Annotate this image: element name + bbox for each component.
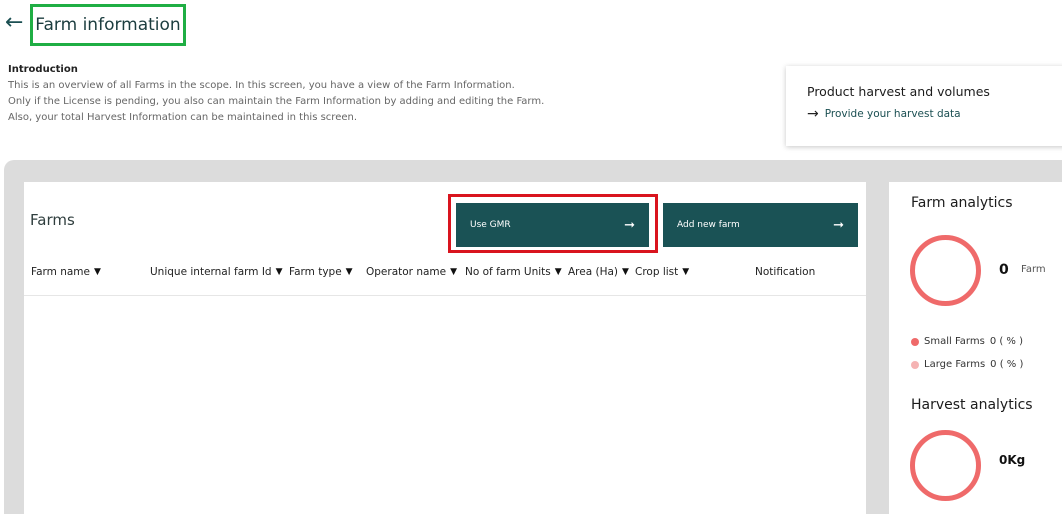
- large-farms-label: Large Farms: [924, 359, 986, 370]
- column-label: No of farm Units: [465, 266, 551, 278]
- page-title-box: Farm information: [30, 4, 186, 46]
- provide-harvest-link-label: Provide your harvest data: [824, 108, 961, 120]
- legend-small-farms: Small Farms 0 ( % ): [911, 336, 1023, 347]
- farm-count-unit: Farm: [1021, 264, 1046, 275]
- harvest-donut-chart: [910, 430, 981, 501]
- filter-icon[interactable]: ▼: [94, 267, 101, 277]
- harvest-value: 0Kg: [999, 453, 1026, 467]
- use-gmr-button[interactable]: Use GMR ➞: [456, 203, 649, 247]
- arrow-right-icon: ➞: [624, 217, 635, 233]
- intro-heading: Introduction: [8, 64, 78, 75]
- column-label: Area (Ha): [568, 266, 619, 278]
- column-operator-name[interactable]: Operator name ▼: [366, 266, 457, 278]
- column-crop-list[interactable]: Crop list ▼: [635, 266, 689, 278]
- column-farm-units[interactable]: No of farm Units ▼: [465, 266, 562, 278]
- column-farm-name[interactable]: Farm name ▼: [31, 266, 101, 278]
- back-arrow-icon[interactable]: ←: [5, 12, 23, 34]
- filter-icon[interactable]: ▼: [555, 267, 562, 277]
- harvest-card: Product harvest and volumes → Provide yo…: [786, 66, 1062, 146]
- large-farms-value: 0 ( % ): [990, 359, 1024, 370]
- column-farm-type[interactable]: Farm type ▼: [289, 266, 353, 278]
- column-label: Operator name: [366, 266, 447, 278]
- legend-large-farms: Large Farms 0 ( % ): [911, 359, 1023, 370]
- column-unique-farm-id[interactable]: Unique internal farm Id ▼: [150, 266, 283, 278]
- filter-icon[interactable]: ▼: [346, 267, 353, 277]
- column-area[interactable]: Area (Ha) ▼: [568, 266, 629, 278]
- column-label: Unique internal farm Id: [150, 266, 272, 278]
- farm-analytics-title: Farm analytics: [911, 195, 1013, 211]
- page-title: Farm information: [35, 15, 181, 35]
- column-label: Farm name: [31, 266, 90, 278]
- farm-count: 0: [999, 262, 1009, 278]
- small-farms-label: Small Farms: [924, 336, 985, 347]
- use-gmr-label: Use GMR: [470, 220, 511, 230]
- introduction-section: Introduction This is an overview of all …: [8, 64, 708, 126]
- filter-icon[interactable]: ▼: [622, 267, 629, 277]
- large-farms-dot: [911, 360, 919, 369]
- arrow-right-icon: ➞: [833, 217, 844, 233]
- column-label: Crop list: [635, 266, 679, 278]
- column-label: Farm type: [289, 266, 342, 278]
- filter-icon[interactable]: ▼: [450, 267, 457, 277]
- harvest-card-title: Product harvest and volumes: [807, 84, 990, 99]
- intro-line-2: Only if the License is pending, you also…: [8, 96, 545, 107]
- filter-icon[interactable]: ▼: [276, 267, 283, 277]
- intro-line-1: This is an overview of all Farms in the …: [8, 80, 515, 91]
- column-notification: Notification: [755, 266, 815, 278]
- small-farms-dot: [911, 337, 919, 346]
- intro-line-3: Also, your total Harvest Information can…: [8, 112, 358, 123]
- small-farms-value: 0 ( % ): [989, 336, 1024, 347]
- add-new-farm-label: Add new farm: [677, 220, 740, 230]
- farm-donut-chart: [910, 235, 981, 306]
- provide-harvest-link[interactable]: → Provide your harvest data: [807, 106, 1062, 122]
- filter-icon[interactable]: ▼: [682, 267, 689, 277]
- farms-title: Farms: [30, 211, 75, 229]
- arrow-right-icon: →: [807, 106, 819, 122]
- harvest-analytics-title: Harvest analytics: [911, 397, 1033, 413]
- add-new-farm-button[interactable]: Add new farm ➞: [663, 203, 858, 247]
- farms-table-header: Farm name ▼ Unique internal farm Id ▼ Fa…: [24, 266, 866, 296]
- column-label: Notification: [755, 266, 816, 278]
